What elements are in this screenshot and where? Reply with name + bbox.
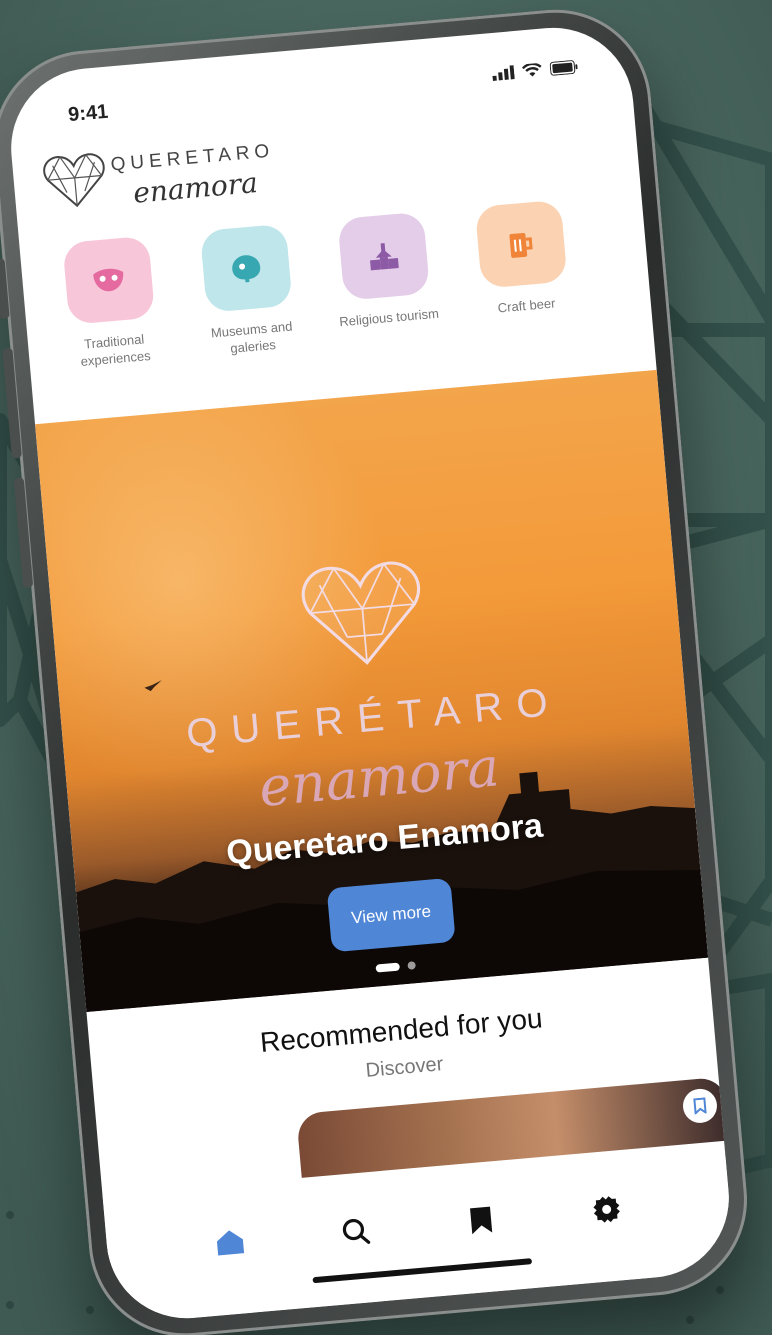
screen: 9:41 QUERETARO enamora Traditional exper… — [4, 21, 736, 1325]
wifi-icon — [521, 62, 542, 77]
category-label: Traditional experiences — [80, 331, 152, 370]
category-label: Museums and galeries — [210, 318, 293, 356]
category-craft-beer[interactable]: Craft beer — [452, 198, 597, 369]
status-time: 9:41 — [67, 100, 110, 127]
tab-settings[interactable] — [576, 1179, 637, 1240]
mask-icon — [93, 268, 124, 292]
home-icon — [216, 1230, 245, 1256]
status-icons — [492, 60, 579, 82]
bird-silhouette — [144, 680, 162, 692]
category-tile[interactable] — [474, 199, 568, 289]
tab-search[interactable] — [325, 1201, 386, 1262]
bookmark-outline-icon — [693, 1097, 707, 1115]
category-traditional-experiences[interactable]: Traditional experiences — [39, 234, 184, 405]
category-tile[interactable] — [199, 223, 293, 313]
category-religious-tourism[interactable]: Religious tourism — [314, 210, 459, 381]
category-label: Craft beer — [497, 295, 557, 316]
pager-dot[interactable] — [407, 961, 416, 970]
heart-logo-icon — [43, 153, 105, 208]
gear-icon — [593, 1196, 620, 1223]
signal-icon — [492, 65, 515, 82]
battery-icon — [549, 60, 578, 76]
card-bookmark-button[interactable] — [681, 1087, 719, 1125]
church-icon — [370, 243, 399, 271]
museum-icon — [232, 255, 261, 283]
category-museums-and-galeries[interactable]: Museums and galeries — [177, 222, 322, 393]
category-tile[interactable] — [337, 211, 431, 301]
category-label: Religious tourism — [338, 305, 440, 330]
beer-icon — [509, 232, 533, 258]
tab-bookmarks[interactable] — [451, 1190, 512, 1251]
bookmark-icon — [470, 1206, 493, 1235]
phone: 9:41 QUERETARO enamora Traditional exper… — [0, 1, 755, 1335]
hero-banner[interactable]: QUERÉTARO enamora Queretaro Enamora View… — [35, 369, 709, 1013]
tab-home[interactable] — [200, 1212, 261, 1273]
category-tile[interactable] — [62, 235, 156, 325]
search-icon — [342, 1218, 371, 1244]
scene: 9:41 QUERETARO enamora Traditional exper… — [0, 0, 772, 1335]
view-more-button[interactable]: View more — [326, 877, 456, 953]
banner-heart-logo-icon — [301, 561, 421, 665]
